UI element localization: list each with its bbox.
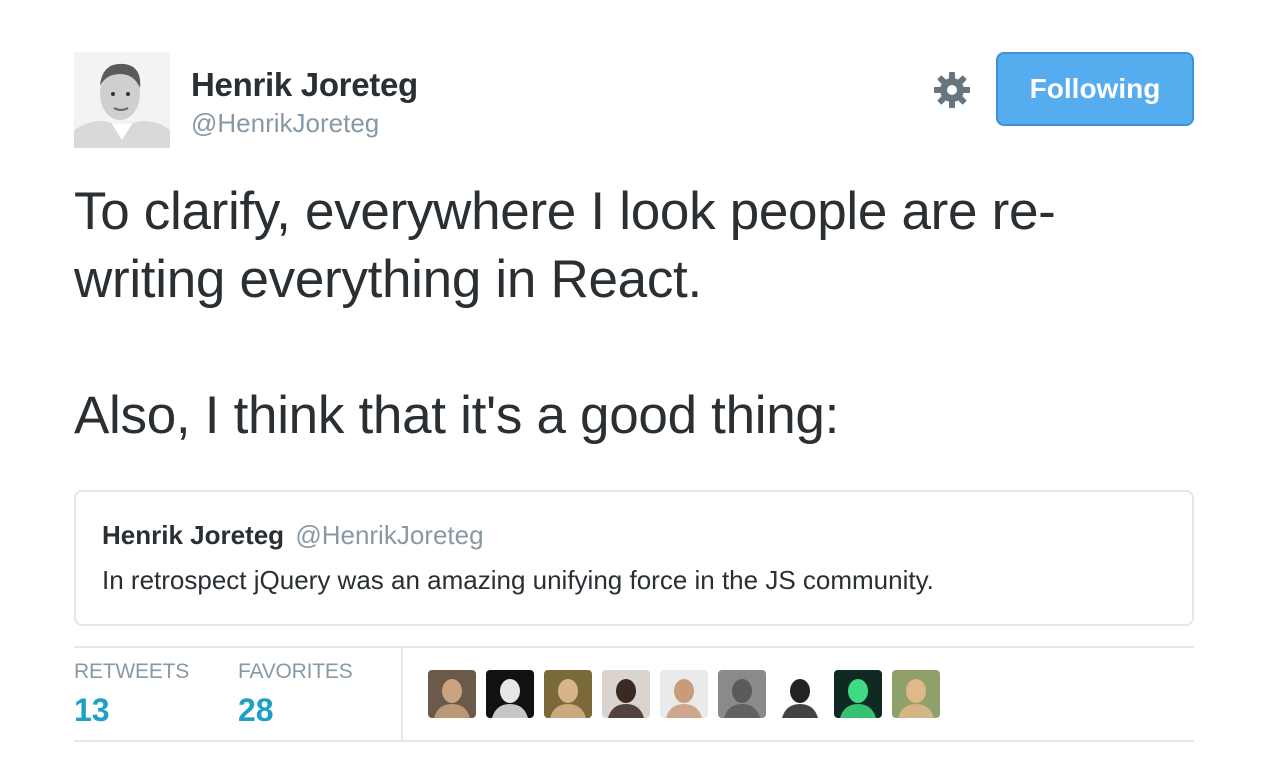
author-avatar[interactable] xyxy=(74,52,170,148)
tweet-paragraph-1: To clarify, everywhere I look people are… xyxy=(74,182,1056,309)
following-button[interactable]: Following xyxy=(996,52,1194,126)
gear-icon[interactable] xyxy=(932,70,972,110)
favoriter-avatar-3[interactable] xyxy=(544,670,592,718)
favorites-stat[interactable]: FAVORITES 28 xyxy=(238,660,353,729)
tweet-paragraph-2: Also, I think that it's a good thing: xyxy=(74,386,840,445)
favoriter-avatar-6[interactable] xyxy=(718,670,766,718)
stats-divider-top xyxy=(74,646,1194,648)
favorites-label: FAVORITES xyxy=(238,660,353,683)
author-name[interactable]: Henrik Joreteg xyxy=(191,66,418,104)
quoted-tweet-text: In retrospect jQuery was an amazing unif… xyxy=(102,565,934,595)
favoriter-avatar-9[interactable] xyxy=(892,670,940,718)
favoriter-avatar-4[interactable] xyxy=(602,670,650,718)
author-handle[interactable]: @HenrikJoreteg xyxy=(191,108,379,139)
quoted-tweet-author-name: Henrik Joreteg xyxy=(102,520,285,550)
favorites-count: 28 xyxy=(238,692,274,728)
quoted-tweet-author-handle: @HenrikJoreteg xyxy=(295,520,484,550)
retweets-count: 13 xyxy=(74,692,110,728)
stats-divider-bottom xyxy=(74,740,1194,742)
favoriter-avatar-5[interactable] xyxy=(660,670,708,718)
favoriter-avatar-1[interactable] xyxy=(428,670,476,718)
quoted-tweet-header: Henrik Joreteg @HenrikJoreteg xyxy=(102,520,1166,551)
favoriter-avatar-2[interactable] xyxy=(486,670,534,718)
favoriter-avatar-8[interactable] xyxy=(834,670,882,718)
retweets-stat[interactable]: RETWEETS 13 xyxy=(74,660,189,729)
quoted-tweet[interactable]: Henrik Joreteg @HenrikJoreteg In retrosp… xyxy=(74,490,1194,626)
stats-divider-vertical xyxy=(401,648,403,740)
favoriter-avatar-7[interactable] xyxy=(776,670,824,718)
favoriters-avatar-list xyxy=(428,670,940,718)
retweets-label: RETWEETS xyxy=(74,660,190,683)
tweet-text: To clarify, everywhere I look people are… xyxy=(74,178,1194,450)
